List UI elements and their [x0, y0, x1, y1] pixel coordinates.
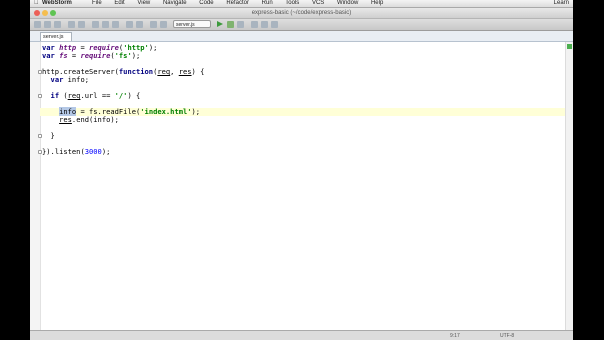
text-token: ; — [84, 75, 90, 84]
menu-items: File Edit View Navigate Code Refactor Ru… — [92, 0, 394, 7]
string-token: 'index.html' — [140, 107, 192, 116]
screen:  WebStorm File Edit View Navigate Code … — [30, 0, 573, 340]
text-token: ); — [131, 51, 141, 60]
keyword-token: if — [50, 91, 60, 100]
help-icon[interactable] — [271, 21, 278, 28]
debug-icon[interactable] — [227, 21, 234, 28]
text-token: ) { — [127, 91, 141, 100]
menu-window[interactable]: Window — [337, 0, 358, 6]
text-token: end — [76, 115, 89, 124]
mac-menu-bar:  WebStorm File Edit View Navigate Code … — [30, 0, 573, 8]
param-token: req — [157, 67, 171, 76]
keyword-token: var — [50, 75, 64, 84]
window-title: express-basic (~/code/express-basic) — [251, 10, 352, 16]
editor-scrollbar[interactable] — [565, 42, 573, 330]
tab-server-js[interactable]: server.js — [40, 32, 72, 41]
text-token: url — [84, 91, 98, 100]
redo-icon[interactable] — [78, 21, 85, 28]
save-icon[interactable] — [44, 21, 51, 28]
coverage-icon[interactable] — [237, 21, 244, 28]
code-line-5[interactable]: var info; — [42, 76, 89, 84]
param-token: res — [59, 115, 72, 124]
menu-file[interactable]: File — [92, 0, 102, 6]
text-token: ); — [101, 147, 111, 156]
code-line-10[interactable]: res.end(info); — [42, 116, 119, 124]
text-token: ); — [191, 107, 201, 116]
number-token: 3000 — [84, 147, 102, 156]
editor-gutter[interactable] — [30, 42, 41, 330]
text-token: ); — [110, 115, 119, 124]
string-token: '/' — [114, 91, 128, 100]
find-icon[interactable] — [126, 21, 133, 28]
text-token: ); — [148, 43, 158, 52]
menu-code[interactable]: Code — [199, 0, 213, 6]
text-token: info — [93, 115, 111, 124]
caret-position[interactable]: 9:17 — [450, 331, 460, 340]
sync-icon[interactable] — [54, 21, 61, 28]
user-name[interactable]: Learn — [554, 0, 569, 7]
code-line-7[interactable]: if (req.url == '/') { — [42, 91, 141, 100]
keyword-token: function — [118, 67, 154, 76]
run-config-select[interactable]: server.js — [173, 20, 211, 28]
forward-icon[interactable] — [160, 21, 167, 28]
text-token: ) { — [191, 67, 205, 76]
menu-edit[interactable]: Edit — [114, 0, 124, 6]
identifier-token: require — [80, 51, 111, 60]
minimize-window-button[interactable] — [42, 10, 48, 16]
cut-icon[interactable] — [92, 21, 99, 28]
settings-icon[interactable] — [251, 21, 258, 28]
menu-help[interactable]: Help — [371, 0, 383, 6]
menu-view[interactable]: View — [137, 0, 150, 6]
close-window-button[interactable] — [34, 10, 40, 16]
paste-icon[interactable] — [112, 21, 119, 28]
code-line-2[interactable]: var fs = require('fs'); — [42, 52, 140, 60]
open-icon[interactable] — [34, 21, 41, 28]
editor-tabs: server.js — [30, 31, 573, 42]
keyword-token: var — [42, 51, 55, 60]
apple-icon[interactable]:  — [34, 0, 39, 7]
run-icon[interactable] — [217, 21, 223, 27]
menu-tools[interactable]: Tools — [285, 0, 299, 6]
text-token: == — [97, 91, 115, 100]
toolbar: server.js — [30, 19, 573, 31]
back-icon[interactable] — [150, 21, 157, 28]
code-line-12[interactable]: } — [42, 132, 55, 140]
code-line-14[interactable]: }).listen(3000); — [42, 148, 110, 156]
string-token: 'fs' — [114, 51, 132, 60]
text-token: ( — [59, 91, 68, 100]
text-token: info — [67, 75, 85, 84]
text-token: } — [42, 131, 55, 140]
structure-icon[interactable] — [261, 21, 268, 28]
status-bar: 9:17 UTF-8 — [30, 330, 573, 340]
text-token: , — [170, 67, 179, 76]
param-token: res — [178, 67, 192, 76]
copy-icon[interactable] — [102, 21, 109, 28]
menu-refactor[interactable]: Refactor — [226, 0, 249, 6]
param-token: req — [67, 91, 81, 100]
inspection-ok-icon[interactable] — [567, 44, 572, 49]
text-token: = — [67, 51, 81, 60]
file-encoding[interactable]: UTF-8 — [500, 331, 514, 340]
undo-icon[interactable] — [68, 21, 75, 28]
zoom-window-button[interactable] — [50, 10, 56, 16]
menu-vcs[interactable]: VCS — [312, 0, 324, 6]
app-menu[interactable]: WebStorm — [42, 0, 72, 7]
text-token: listen — [54, 147, 81, 156]
window-titlebar: express-basic (~/code/express-basic) — [30, 8, 573, 19]
text-token: }). — [42, 147, 55, 156]
menu-run[interactable]: Run — [262, 0, 273, 6]
identifier-token: fs — [59, 51, 68, 60]
code-editor[interactable]: var http = require('http'); var fs = req… — [30, 42, 566, 330]
menu-navigate[interactable]: Navigate — [163, 0, 187, 6]
replace-icon[interactable] — [136, 21, 143, 28]
